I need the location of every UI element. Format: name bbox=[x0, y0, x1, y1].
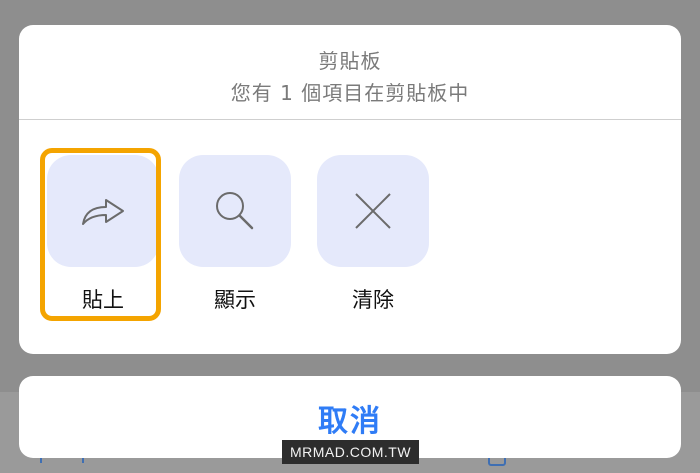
magnifier-icon bbox=[216, 192, 254, 230]
clear-label: 清除 bbox=[352, 288, 394, 312]
divider bbox=[19, 119, 681, 120]
watermark: MRMAD.COM.TW bbox=[282, 440, 419, 464]
show-label: 顯示 bbox=[214, 288, 256, 312]
paste-highlight-frame bbox=[40, 148, 161, 321]
cancel-label: 取消 bbox=[318, 404, 382, 439]
clear-action-button[interactable]: 清除 bbox=[317, 155, 429, 314]
close-x-icon bbox=[355, 193, 391, 229]
sheet-subtitle: 您有 1 個項目在剪貼板中 bbox=[230, 81, 470, 105]
sheet-title: 剪貼板 bbox=[318, 49, 382, 73]
clear-tile[interactable] bbox=[317, 155, 429, 267]
show-tile[interactable] bbox=[179, 155, 291, 267]
sheet-header: 剪貼板 您有 1 個項目在剪貼板中 bbox=[19, 25, 681, 119]
clipboard-action-sheet: 剪貼板 您有 1 個項目在剪貼板中 貼上 顯示 清除 bbox=[19, 25, 681, 354]
show-action-button[interactable]: 顯示 bbox=[179, 155, 291, 314]
